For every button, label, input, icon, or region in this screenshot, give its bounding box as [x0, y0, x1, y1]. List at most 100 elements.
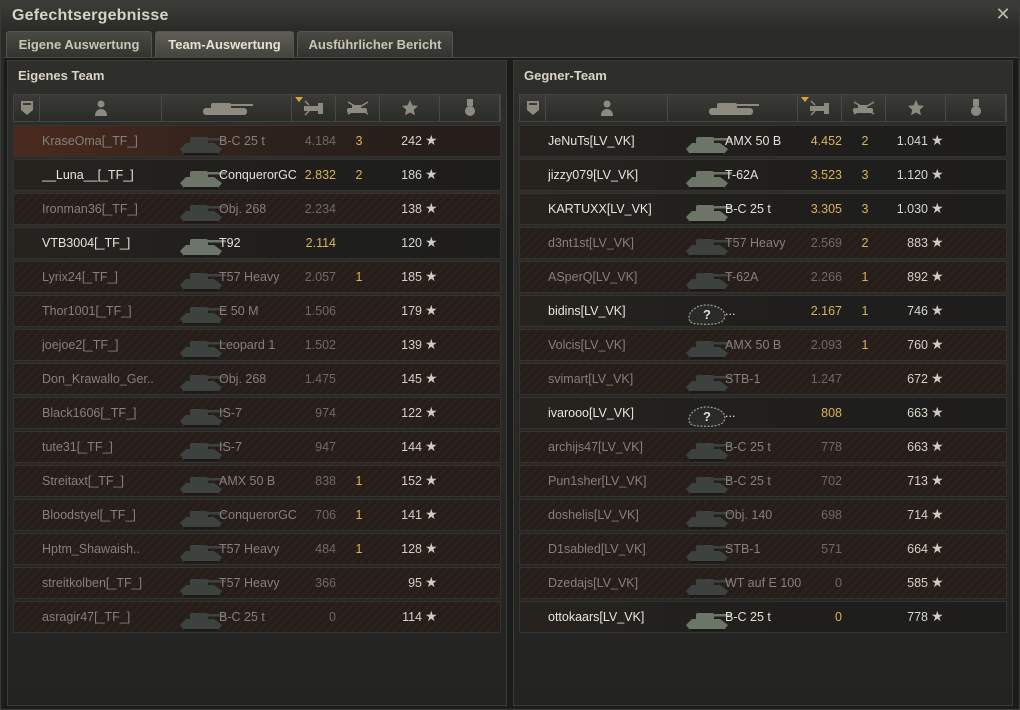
player-icon[interactable]	[546, 95, 668, 121]
vehicle-name: ConquerorGC	[219, 168, 297, 182]
damage-value: 2.832	[304, 168, 336, 182]
xp-value: 242	[401, 134, 422, 148]
player-row[interactable]: Pun1sher[LV_VK] B-C 25 t 702 713 ★	[519, 465, 1007, 497]
xp-star-icon: ★	[425, 608, 438, 624]
damage-value: 808	[821, 406, 842, 420]
player-row[interactable]: __Luna__[_TF_] ConquerorGC 2.832 2 186 ★	[13, 159, 501, 191]
vehicle-icon[interactable]	[162, 95, 292, 121]
tab-ausfuehrlicher-bericht[interactable]: Ausführlicher Bericht	[297, 31, 453, 57]
damage-value: 484	[315, 542, 336, 556]
damage-value: 2.093	[810, 338, 842, 352]
damage-icon[interactable]	[292, 95, 336, 121]
vehicle-name: STB-1	[725, 542, 761, 556]
player-row[interactable]: svimart[LV_VK] STB-1 1.247 672 ★	[519, 363, 1007, 395]
xp-value: 663	[907, 406, 928, 420]
damage-value: 947	[315, 440, 336, 454]
player-row[interactable]: Bloodstyel[_TF_] ConquerorGC 706 1 141 ★	[13, 499, 501, 531]
damage-icon[interactable]	[798, 95, 842, 121]
xp-value: 760	[907, 338, 928, 352]
xp-star-icon[interactable]	[886, 95, 946, 121]
xp-value: 128	[401, 542, 422, 556]
platoon-icon[interactable]	[520, 95, 546, 121]
player-row[interactable]: Hptm_Shawaish.. T57 Heavy 484 1 128 ★	[13, 533, 501, 565]
player-name: d3nt1st[LV_VK]	[548, 236, 634, 250]
xp-star-icon: ★	[931, 438, 944, 454]
player-name: Thor1001[_TF_]	[42, 304, 132, 318]
platoon-icon[interactable]	[14, 95, 40, 121]
own-team-panel: Eigenes Team KraseOma[_TF_] B-C 25 t 4.184…	[7, 60, 507, 706]
player-row[interactable]: tute31[_TF_] IS-7 947 144 ★	[13, 431, 501, 463]
xp-star-icon: ★	[425, 540, 438, 556]
xp-value: 1.041	[896, 134, 928, 148]
player-row[interactable]: ASperQ[LV_VK] T-62A 2.266 1 892 ★	[519, 261, 1007, 293]
kills-value: 1	[861, 338, 869, 352]
xp-star-icon: ★	[425, 166, 438, 182]
player-row[interactable]: Thor1001[_TF_] E 50 M 1.506 179 ★	[13, 295, 501, 327]
player-name: streitkolben[_TF_]	[42, 576, 143, 590]
player-row[interactable]: JeNuTs[LV_VK] AMX 50 B 4.452 2 1.041 ★	[519, 125, 1007, 157]
tab-team-auswertung[interactable]: Team-Auswertung	[155, 31, 294, 57]
xp-star-icon: ★	[425, 472, 438, 488]
damage-value: 838	[315, 474, 336, 488]
xp-star-icon: ★	[931, 234, 944, 250]
player-row[interactable]: bidins[LV_VK]?... 2.167 1 746 ★	[519, 295, 1007, 327]
damage-value: 2.569	[810, 236, 842, 250]
vehicle-name: Leopard 1	[219, 338, 276, 352]
player-row[interactable]: KARTUXX[LV_VK] B-C 25 t 3.305 3 1.030 ★	[519, 193, 1007, 225]
player-row[interactable]: archijs47[LV_VK] B-C 25 t 778 663 ★	[519, 431, 1007, 463]
tab-eigene-auswertung[interactable]: Eigene Auswertung	[6, 31, 152, 57]
player-name: tute31[_TF_]	[42, 440, 113, 454]
medal-icon[interactable]	[440, 95, 500, 121]
player-row[interactable]: ivarooo[LV_VK]?... 808 663 ★	[519, 397, 1007, 429]
own-team-title: Eigenes Team	[18, 68, 105, 83]
medal-icon[interactable]	[946, 95, 1006, 121]
player-name: KARTUXX[LV_VK]	[548, 202, 652, 216]
vehicle-name: Obj. 268	[219, 372, 267, 386]
xp-star-icon: ★	[425, 200, 438, 216]
title-bar[interactable]: Gefechtsergebnisse ✕	[1, 1, 1019, 31]
player-icon[interactable]	[40, 95, 162, 121]
player-row[interactable]: asragir47[_TF_] B-C 25 t 0 114 ★	[13, 601, 501, 633]
player-row[interactable]: Volcis[LV_VK] AMX 50 B 2.093 1 760 ★	[519, 329, 1007, 361]
player-name: asragir47[_TF_]	[42, 610, 131, 624]
vehicle-name: T57 Heavy	[219, 542, 280, 556]
xp-value: 746	[907, 304, 928, 318]
xp-value: 179	[401, 304, 422, 318]
xp-star-icon: ★	[425, 574, 438, 590]
player-name: Pun1sher[LV_VK]	[548, 474, 647, 488]
damage-value: 974	[315, 406, 336, 420]
damage-value: 1.247	[810, 372, 842, 386]
player-row[interactable]: Lyrix24[_TF_] T57 Heavy 2.057 1 185 ★	[13, 261, 501, 293]
player-row[interactable]: ottokaars[LV_VK] B-C 25 t 0 778 ★	[519, 601, 1007, 633]
kills-icon[interactable]	[842, 95, 886, 121]
player-row[interactable]: streitkolben[_TF_] T57 Heavy 366 95 ★	[13, 567, 501, 599]
damage-value: 3.305	[810, 202, 842, 216]
player-row[interactable]: d3nt1st[LV_VK] T57 Heavy 2.569 2 883 ★	[519, 227, 1007, 259]
vehicle-name: B-C 25 t	[725, 440, 771, 454]
vehicle-icon[interactable]	[668, 95, 798, 121]
kills-icon[interactable]	[336, 95, 380, 121]
player-row[interactable]: Black1606[_TF_] IS-7 974 122 ★	[13, 397, 501, 429]
vehicle-name: AMX 50 B	[219, 474, 276, 488]
player-name: __Luna__[_TF_]	[42, 168, 134, 182]
vehicle-name: B-C 25 t	[219, 610, 265, 624]
xp-star-icon[interactable]	[380, 95, 440, 121]
close-icon[interactable]: ✕	[993, 4, 1013, 24]
window-title: Gefechtsergebnisse	[12, 7, 169, 24]
player-row[interactable]: Streitaxt[_TF_] AMX 50 B 838 1 152 ★	[13, 465, 501, 497]
player-row[interactable]: doshelis[LV_VK] Obj. 140 698 714 ★	[519, 499, 1007, 531]
player-row[interactable]: jizzy079[LV_VK] T-62A 3.523 3 1.120 ★	[519, 159, 1007, 191]
player-name: Bloodstyel[_TF_]	[42, 508, 136, 522]
player-row[interactable]: Don_Krawallo_Ger.. Obj. 268 1.475 145 ★	[13, 363, 501, 395]
player-row[interactable]: Ironman36[_TF_] Obj. 268 2.234 138 ★	[13, 193, 501, 225]
player-row[interactable]: KraseOma[_TF_] B-C 25 t 4.184 3 242 ★	[13, 125, 501, 157]
player-row[interactable]: VTB3004[_TF_] T92 2.114 120 ★	[13, 227, 501, 259]
player-row[interactable]: Dzedajs[LV_VK] WT auf E 100 0 585 ★	[519, 567, 1007, 599]
player-row[interactable]: D1sabled[LV_VK] STB-1 571 664 ★	[519, 533, 1007, 565]
enemy-team-panel: Gegner-Team JeNuTs[LV_VK] AMX 50 B 4.452 2 1…	[513, 60, 1013, 706]
vehicle-name: T57 Heavy	[219, 270, 280, 284]
kills-value: 3	[861, 168, 869, 182]
damage-value: 1.502	[304, 338, 336, 352]
player-row[interactable]: joejoe2[_TF_] Leopard 1 1.502 139 ★	[13, 329, 501, 361]
kills-value: 3	[861, 202, 869, 216]
